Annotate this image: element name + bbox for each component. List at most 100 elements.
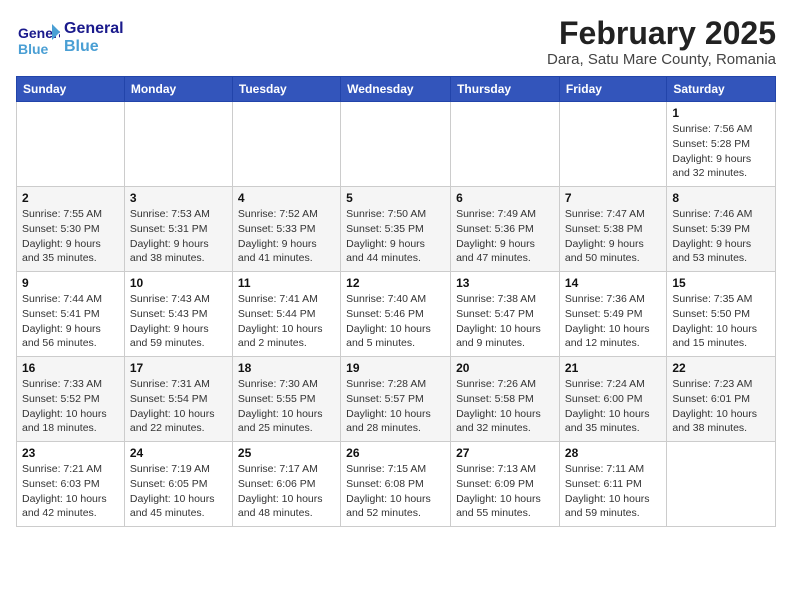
day-info: Sunrise: 7:36 AM Sunset: 5:49 PM Dayligh… bbox=[565, 292, 661, 351]
calendar-cell: 25Sunrise: 7:17 AM Sunset: 6:06 PM Dayli… bbox=[232, 442, 340, 527]
day-info: Sunrise: 7:33 AM Sunset: 5:52 PM Dayligh… bbox=[22, 377, 119, 436]
calendar-cell: 11 Sunrise: 7:41 AM Sunset: 5:44 PM Dayli… bbox=[232, 272, 340, 357]
logo-blue: Blue bbox=[64, 38, 124, 56]
day-info: Sunrise: 7:24 AM Sunset: 6:00 PM Dayligh… bbox=[565, 377, 661, 436]
calendar-cell: 14 Sunrise: 7:36 AM Sunset: 5:49 PM Dayli… bbox=[559, 272, 666, 357]
day-number: 11 bbox=[238, 276, 335, 290]
calendar-cell bbox=[559, 102, 666, 187]
weekday-header-cell: Thursday bbox=[451, 77, 560, 102]
day-number: 7 bbox=[565, 191, 661, 205]
day-number: 3 bbox=[130, 191, 227, 205]
day-info: Sunrise: 7:41 AM Sunset: 5:44 PM Dayligh… bbox=[238, 292, 335, 351]
calendar-cell: 24Sunrise: 7:19 AM Sunset: 6:05 PM Dayli… bbox=[124, 442, 232, 527]
day-number: 24 bbox=[130, 446, 227, 460]
day-info: Sunrise: 7:26 AM Sunset: 5:58 PM Dayligh… bbox=[456, 377, 554, 436]
day-info: Sunrise: 7:43 AM Sunset: 5:43 PM Dayligh… bbox=[130, 292, 227, 351]
day-info: Sunrise: 7:55 AM Sunset: 5:30 PM Dayligh… bbox=[22, 207, 119, 266]
day-number: 16 bbox=[22, 361, 119, 375]
day-info: Sunrise: 7:38 AM Sunset: 5:47 PM Dayligh… bbox=[456, 292, 554, 351]
weekday-header-cell: Wednesday bbox=[341, 77, 451, 102]
day-info: Sunrise: 7:31 AM Sunset: 5:54 PM Dayligh… bbox=[130, 377, 227, 436]
calendar-cell bbox=[451, 102, 560, 187]
day-info: Sunrise: 7:35 AM Sunset: 5:50 PM Dayligh… bbox=[672, 292, 770, 351]
logo-general: General bbox=[64, 20, 124, 38]
day-number: 2 bbox=[22, 191, 119, 205]
calendar-cell bbox=[124, 102, 232, 187]
day-number: 21 bbox=[565, 361, 661, 375]
title-area: February 2025 Dara, Satu Mare County, Ro… bbox=[547, 16, 776, 68]
day-info: Sunrise: 7:44 AM Sunset: 5:41 PM Dayligh… bbox=[22, 292, 119, 351]
day-info: Sunrise: 7:11 AM Sunset: 6:11 PM Dayligh… bbox=[565, 462, 661, 521]
day-number: 19 bbox=[346, 361, 445, 375]
day-number: 20 bbox=[456, 361, 554, 375]
day-number: 13 bbox=[456, 276, 554, 290]
weekday-header-cell: Saturday bbox=[667, 77, 776, 102]
calendar-cell: 27 Sunrise: 7:13 AM Sunset: 6:09 PM Dayli… bbox=[451, 442, 560, 527]
weekday-header-cell: Sunday bbox=[17, 77, 125, 102]
calendar-cell: 10 Sunrise: 7:43 AM Sunset: 5:43 PM Dayli… bbox=[124, 272, 232, 357]
calendar-cell: 20 Sunrise: 7:26 AM Sunset: 5:58 PM Dayli… bbox=[451, 357, 560, 442]
day-number: 27 bbox=[456, 446, 554, 460]
day-info: Sunrise: 7:13 AM Sunset: 6:09 PM Dayligh… bbox=[456, 462, 554, 521]
day-info: Sunrise: 7:50 AM Sunset: 5:35 PM Dayligh… bbox=[346, 207, 445, 266]
calendar-cell: 19 Sunrise: 7:28 AM Sunset: 5:57 PM Dayli… bbox=[341, 357, 451, 442]
calendar-cell: 15Sunrise: 7:35 AM Sunset: 5:50 PM Dayli… bbox=[667, 272, 776, 357]
day-info: Sunrise: 7:47 AM Sunset: 5:38 PM Dayligh… bbox=[565, 207, 661, 266]
weekday-header-cell: Tuesday bbox=[232, 77, 340, 102]
calendar-cell: 12Sunrise: 7:40 AM Sunset: 5:46 PM Dayli… bbox=[341, 272, 451, 357]
day-info: Sunrise: 7:23 AM Sunset: 6:01 PM Dayligh… bbox=[672, 377, 770, 436]
week-row: 1Sunrise: 7:56 AM Sunset: 5:28 PM Daylig… bbox=[17, 102, 776, 187]
day-number: 5 bbox=[346, 191, 445, 205]
calendar-body: 1Sunrise: 7:56 AM Sunset: 5:28 PM Daylig… bbox=[17, 102, 776, 527]
day-number: 4 bbox=[238, 191, 335, 205]
weekday-header: SundayMondayTuesdayWednesdayThursdayFrid… bbox=[17, 77, 776, 102]
day-info: Sunrise: 7:15 AM Sunset: 6:08 PM Dayligh… bbox=[346, 462, 445, 521]
calendar-cell bbox=[232, 102, 340, 187]
day-info: Sunrise: 7:46 AM Sunset: 5:39 PM Dayligh… bbox=[672, 207, 770, 266]
calendar-table: SundayMondayTuesdayWednesdayThursdayFrid… bbox=[16, 76, 776, 527]
day-number: 10 bbox=[130, 276, 227, 290]
day-info: Sunrise: 7:30 AM Sunset: 5:55 PM Dayligh… bbox=[238, 377, 335, 436]
calendar-cell: 4 Sunrise: 7:52 AM Sunset: 5:33 PM Daylig… bbox=[232, 187, 340, 272]
day-info: Sunrise: 7:21 AM Sunset: 6:03 PM Dayligh… bbox=[22, 462, 119, 521]
calendar-cell: 16 Sunrise: 7:33 AM Sunset: 5:52 PM Dayli… bbox=[17, 357, 125, 442]
calendar-cell bbox=[341, 102, 451, 187]
day-number: 18 bbox=[238, 361, 335, 375]
day-number: 8 bbox=[672, 191, 770, 205]
subtitle: Dara, Satu Mare County, Romania bbox=[547, 51, 776, 68]
day-number: 9 bbox=[22, 276, 119, 290]
header: General Blue General Blue February 2025 … bbox=[16, 16, 776, 68]
logo: General Blue General Blue bbox=[16, 16, 124, 60]
day-number: 26 bbox=[346, 446, 445, 460]
weekday-header-cell: Friday bbox=[559, 77, 666, 102]
calendar-cell: 2 Sunrise: 7:55 AM Sunset: 5:30 PM Daylig… bbox=[17, 187, 125, 272]
week-row: 23 Sunrise: 7:21 AM Sunset: 6:03 PM Dayli… bbox=[17, 442, 776, 527]
calendar-cell: 13 Sunrise: 7:38 AM Sunset: 5:47 PM Dayli… bbox=[451, 272, 560, 357]
day-info: Sunrise: 7:28 AM Sunset: 5:57 PM Dayligh… bbox=[346, 377, 445, 436]
svg-text:Blue: Blue bbox=[18, 41, 49, 57]
week-row: 16 Sunrise: 7:33 AM Sunset: 5:52 PM Dayli… bbox=[17, 357, 776, 442]
calendar-cell: 9 Sunrise: 7:44 AM Sunset: 5:41 PM Daylig… bbox=[17, 272, 125, 357]
day-number: 28 bbox=[565, 446, 661, 460]
day-number: 25 bbox=[238, 446, 335, 460]
calendar-cell: 18 Sunrise: 7:30 AM Sunset: 5:55 PM Dayli… bbox=[232, 357, 340, 442]
day-info: Sunrise: 7:52 AM Sunset: 5:33 PM Dayligh… bbox=[238, 207, 335, 266]
calendar-cell: 1Sunrise: 7:56 AM Sunset: 5:28 PM Daylig… bbox=[667, 102, 776, 187]
day-number: 22 bbox=[672, 361, 770, 375]
calendar-cell: 21 Sunrise: 7:24 AM Sunset: 6:00 PM Dayli… bbox=[559, 357, 666, 442]
calendar-cell: 8 Sunrise: 7:46 AM Sunset: 5:39 PM Daylig… bbox=[667, 187, 776, 272]
day-number: 6 bbox=[456, 191, 554, 205]
day-number: 23 bbox=[22, 446, 119, 460]
calendar-cell: 3 Sunrise: 7:53 AM Sunset: 5:31 PM Daylig… bbox=[124, 187, 232, 272]
weekday-header-cell: Monday bbox=[124, 77, 232, 102]
day-info: Sunrise: 7:49 AM Sunset: 5:36 PM Dayligh… bbox=[456, 207, 554, 266]
main-title: February 2025 bbox=[547, 16, 776, 51]
day-number: 17 bbox=[130, 361, 227, 375]
day-info: Sunrise: 7:53 AM Sunset: 5:31 PM Dayligh… bbox=[130, 207, 227, 266]
day-number: 12 bbox=[346, 276, 445, 290]
week-row: 9 Sunrise: 7:44 AM Sunset: 5:41 PM Daylig… bbox=[17, 272, 776, 357]
calendar-cell: 17 Sunrise: 7:31 AM Sunset: 5:54 PM Dayli… bbox=[124, 357, 232, 442]
day-number: 14 bbox=[565, 276, 661, 290]
calendar-cell: 5 Sunrise: 7:50 AM Sunset: 5:35 PM Daylig… bbox=[341, 187, 451, 272]
day-number: 1 bbox=[672, 106, 770, 120]
